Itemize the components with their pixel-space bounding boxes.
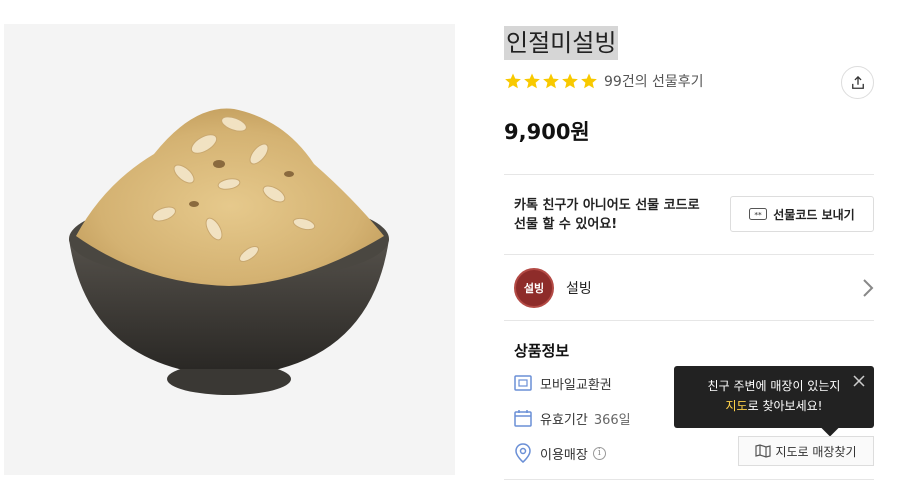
divider [504, 254, 874, 255]
validity-value: 366일 [593, 412, 631, 428]
divider [504, 479, 874, 480]
location-pin-icon [514, 443, 532, 463]
share-icon [851, 75, 864, 89]
star-icon [505, 73, 521, 89]
tooltip-line1: 친구 주변에 매장이 있는지 [707, 379, 841, 393]
star-icon [562, 73, 578, 89]
product-image [4, 24, 455, 475]
send-gift-code-label: 선물코드 보내기 [773, 207, 855, 222]
tooltip-line2-rest: 로 찾아보세요! [747, 399, 823, 413]
rating-row: 99건의 선물후기 [504, 70, 704, 92]
share-button[interactable] [841, 66, 874, 99]
store-label: 이용매장 [540, 447, 588, 463]
info-row-validity: 유효기간 366일 [514, 407, 631, 429]
validity-label: 유효기간 [540, 412, 588, 428]
review-count-link[interactable]: 99건의 선물후기 [604, 71, 704, 91]
svg-text:**: ** [755, 211, 763, 219]
tooltip-arrow [821, 419, 839, 437]
product-title: 인절미설빙 [504, 26, 619, 60]
code-icon: ** [749, 208, 768, 220]
map-tooltip: 친구 주변에 매장이 있는지 지도로 찾아보세요! [674, 366, 874, 437]
star-rating [504, 72, 598, 90]
star-icon [581, 73, 597, 89]
brand-logo-text: 설빙 [523, 282, 545, 295]
map-icon [755, 444, 772, 458]
gift-code-text-line1: 카톡 친구가 아니어도 선물 코드로 [514, 198, 700, 213]
divider [504, 320, 874, 321]
bingsu-bowl-image [69, 108, 389, 395]
tooltip-highlight: 지도 [725, 399, 748, 413]
chevron-right-icon [863, 279, 874, 297]
tooltip-line2: 지도로 찾아보세요! [674, 396, 874, 416]
find-store-map-label: 지도로 매장찾기 [775, 444, 857, 459]
info-row-store: 이용매장 i [514, 442, 606, 464]
star-icon [524, 73, 540, 89]
close-icon[interactable] [852, 374, 866, 388]
find-store-map-button[interactable]: 지도로 매장찾기 [738, 436, 874, 466]
brand-row[interactable]: 설빙 설빙 [514, 268, 874, 308]
send-gift-code-button[interactable]: ** 선물코드 보내기 [730, 196, 874, 232]
product-info-title: 상품정보 [514, 342, 570, 360]
coupon-icon [514, 374, 532, 392]
product-price: 9,900원 [504, 120, 590, 144]
voucher-type-text: 모바일교환권 [540, 377, 612, 393]
calendar-icon [514, 409, 532, 427]
star-icon [543, 73, 559, 89]
brand-logo: 설빙 [514, 268, 554, 308]
divider [504, 174, 874, 175]
info-icon[interactable]: i [592, 446, 606, 460]
info-row-type: 모바일교환권 [514, 372, 612, 394]
brand-name: 설빙 [566, 281, 592, 297]
gift-code-description: 카톡 친구가 아니어도 선물 코드로 선물 할 수 있어요! [514, 196, 734, 234]
gift-code-text-line2: 선물 할 수 있어요! [514, 217, 618, 232]
